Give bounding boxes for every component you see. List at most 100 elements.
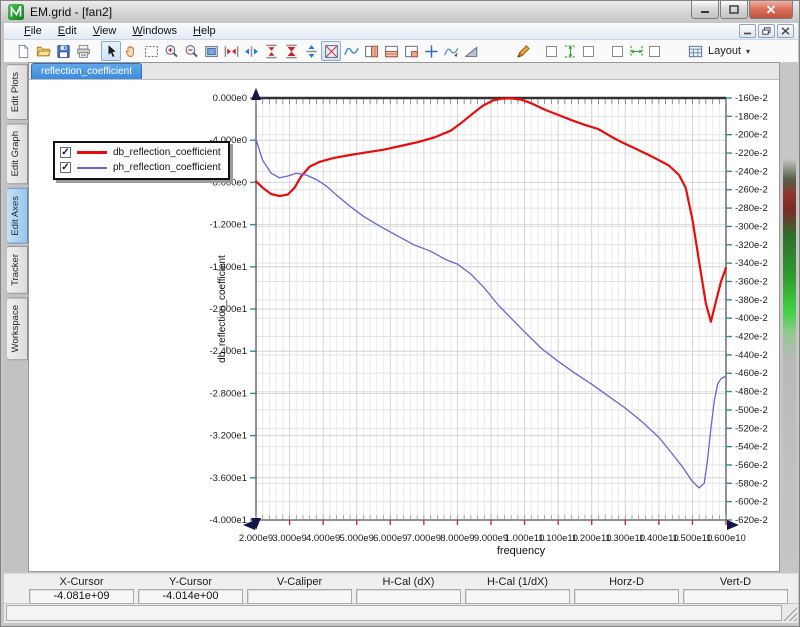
- zoom-extent-icon-button[interactable]: [201, 41, 221, 61]
- split-vertical-icon-button[interactable]: [361, 41, 381, 61]
- h-caliper-icon-button[interactable]: [626, 41, 646, 61]
- legend-line-sample: [77, 167, 107, 169]
- svg-text:-220e-2: -220e-2: [735, 148, 768, 159]
- svg-text:-200e-2: -200e-2: [735, 130, 768, 141]
- svg-text:-160e-2: -160e-2: [735, 93, 768, 104]
- mdi-minimize-button[interactable]: [739, 24, 756, 38]
- v-caliper-icon-button[interactable]: [560, 41, 580, 61]
- new-document-icon-button[interactable]: [13, 41, 33, 61]
- svg-text:-4.000e1: -4.000e1: [209, 515, 247, 526]
- status-field-value: [683, 589, 788, 604]
- select-arrow-icon-button[interactable]: [101, 41, 121, 61]
- zoom-window-icon-button[interactable]: [141, 41, 161, 61]
- crosshair-icon-button[interactable]: [421, 41, 441, 61]
- mdi-close-button[interactable]: [777, 24, 794, 38]
- svg-text:-320e-2: -320e-2: [735, 240, 768, 251]
- status-field-value: [247, 589, 352, 604]
- v-caliper-right-checkbox[interactable]: [583, 46, 594, 57]
- status-field-value: -4.081e+09: [29, 589, 134, 604]
- pan-hand-icon-button[interactable]: [121, 41, 141, 61]
- h-caliper-right-checkbox[interactable]: [649, 46, 660, 57]
- svg-text:-560e-2: -560e-2: [735, 460, 768, 471]
- status-field-value: [356, 589, 461, 604]
- legend-line-sample: [77, 151, 107, 154]
- status-field-label: Y-Cursor: [138, 576, 243, 589]
- svg-text:-1.200e1: -1.200e1: [209, 220, 247, 231]
- svg-text:7.000e9: 7.000e9: [407, 533, 441, 544]
- h-expand-icon-button[interactable]: [241, 41, 261, 61]
- zoom-out-icon-button[interactable]: [181, 41, 201, 61]
- status-field-y-cursor: Y-Cursor-4.014e+00: [138, 576, 243, 604]
- legend-checkbox-db_reflection_coefficient[interactable]: ✓: [60, 147, 71, 158]
- svg-text:2.000e9: 2.000e9: [239, 533, 273, 544]
- v-collapse-center-icon-button[interactable]: [281, 41, 301, 61]
- chart-legend: ✓db_reflection_coefficient✓ph_reflection…: [53, 141, 230, 180]
- menu-view[interactable]: View: [85, 24, 125, 38]
- status-field-vert-d: Vert-D: [683, 576, 788, 604]
- svg-text:-3.600e1: -3.600e1: [209, 473, 247, 484]
- menu-windows[interactable]: Windows: [124, 24, 185, 38]
- split-corner-icon-button[interactable]: [401, 41, 421, 61]
- side-tab-edit-axes[interactable]: Edit Axes: [7, 188, 28, 244]
- toolbar-group-h-caliper-controls: [609, 41, 663, 61]
- svg-text:-540e-2: -540e-2: [735, 442, 768, 453]
- save-icon-button[interactable]: [53, 41, 73, 61]
- status-field-label: V-Caliper: [247, 576, 352, 589]
- toolbar-group-layout: Layout▾: [681, 41, 756, 61]
- svg-text:-420e-2: -420e-2: [735, 332, 768, 343]
- toolbar-group-edit: [513, 41, 533, 61]
- legend-checkbox-ph_reflection_coefficient[interactable]: ✓: [60, 162, 71, 173]
- svg-text:-2.000e1: -2.000e1: [209, 304, 247, 315]
- print-icon-button[interactable]: [73, 41, 93, 61]
- mdi-restore-button[interactable]: [758, 24, 775, 38]
- edit-pencil-icon-button[interactable]: [513, 41, 533, 61]
- window-title: EM.grid - [fan2]: [30, 5, 112, 19]
- toolbar: Layout▾: [4, 40, 798, 63]
- plot-document-canvas: reflection_coefficient 2.000e93.000e94.0…: [28, 62, 780, 572]
- status-message-area: [6, 605, 782, 621]
- svg-text:-460e-2: -460e-2: [735, 368, 768, 379]
- svg-text:-620e-2: -620e-2: [735, 515, 768, 526]
- svg-text:-360e-2: -360e-2: [735, 276, 768, 287]
- svg-text:-580e-2: -580e-2: [735, 478, 768, 489]
- svg-text:-3.200e1: -3.200e1: [209, 431, 247, 442]
- status-field-label: H-Cal (1/dX): [465, 576, 570, 589]
- side-tab-edit-graph[interactable]: Edit Graph: [7, 123, 28, 184]
- status-field-label: Horz-D: [574, 576, 679, 589]
- v-caliper-left-checkbox[interactable]: [546, 46, 557, 57]
- v-collapse-icon-button[interactable]: [261, 41, 281, 61]
- close-button[interactable]: [749, 1, 793, 19]
- zoom-in-icon-button[interactable]: [161, 41, 181, 61]
- side-tab-tracker[interactable]: Tracker: [7, 246, 28, 294]
- layout-menu-icon-button[interactable]: Layout▾: [681, 41, 756, 61]
- side-tab-workspace[interactable]: Workspace: [7, 297, 28, 360]
- resize-grip[interactable]: [783, 607, 797, 621]
- status-field-v-caliper: V-Caliper: [247, 576, 352, 604]
- slope-marker-icon-button[interactable]: [461, 41, 481, 61]
- maximize-button[interactable]: [720, 1, 748, 19]
- svg-text:-400e-2: -400e-2: [735, 313, 768, 324]
- svg-text:-520e-2: -520e-2: [735, 423, 768, 434]
- minimize-button[interactable]: [691, 1, 719, 19]
- svg-text:-280e-2: -280e-2: [735, 203, 768, 214]
- split-horizontal-icon-button[interactable]: [381, 41, 401, 61]
- curve-tracker-icon-button[interactable]: [441, 41, 461, 61]
- side-tab-edit-plots[interactable]: Edit Plots: [7, 64, 28, 120]
- menu-edit[interactable]: Edit: [50, 24, 85, 38]
- plot-curve-icon-button[interactable]: [341, 41, 361, 61]
- tab-reflection-coefficient[interactable]: reflection_coefficient: [31, 63, 142, 79]
- status-field-h-cal-dx-: H-Cal (dX): [356, 576, 461, 604]
- status-field-h-cal-1-dx-: H-Cal (1/dX): [465, 576, 570, 604]
- menu-help[interactable]: Help: [185, 24, 224, 38]
- h-caliper-left-checkbox[interactable]: [612, 46, 623, 57]
- status-field-x-cursor: X-Cursor-4.081e+09: [29, 576, 134, 604]
- open-folder-icon-button[interactable]: [33, 41, 53, 61]
- svg-text:1.600e10: 1.600e10: [706, 533, 746, 544]
- menu-file[interactable]: File: [16, 24, 50, 38]
- legend-label: ph_reflection_coefficient: [113, 162, 221, 173]
- v-expand-icon-button[interactable]: [301, 41, 321, 61]
- h-collapse-icon-button[interactable]: [221, 41, 241, 61]
- legend-entry-db_reflection_coefficient: ✓db_reflection_coefficient: [60, 145, 221, 160]
- status-field-value: [574, 589, 679, 604]
- plot-frame-icon-button[interactable]: [321, 41, 341, 61]
